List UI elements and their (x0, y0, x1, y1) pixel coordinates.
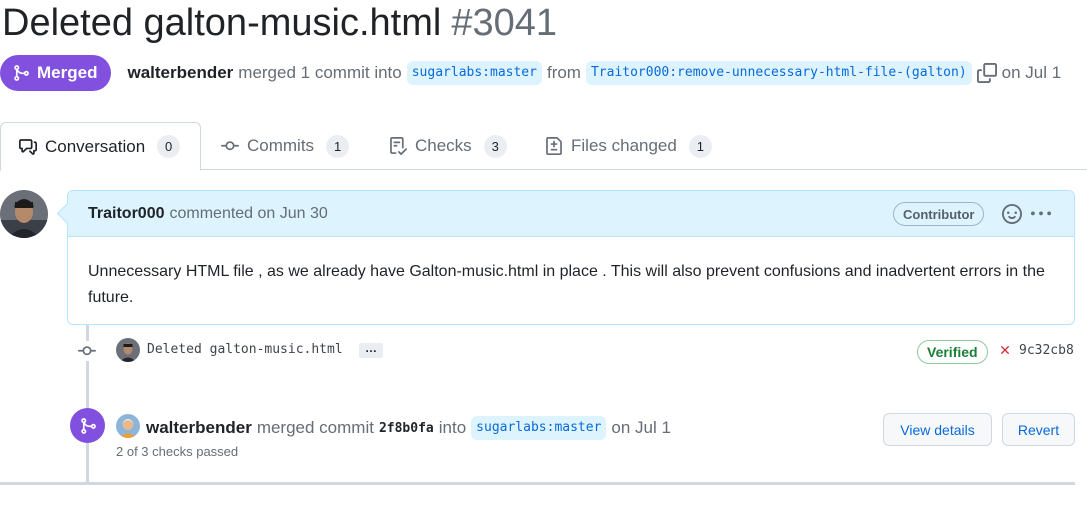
base-branch-link[interactable]: sugarlabs:master (406, 61, 542, 85)
tab-checks-label: Checks (415, 136, 472, 155)
contributor-badge: Contributor (893, 202, 985, 226)
merged-commit-text: merged 1 commit into (238, 63, 402, 82)
merge-text-2: into (438, 418, 467, 437)
tab-commits[interactable]: Commits 1 (221, 122, 350, 170)
view-details-button[interactable]: View details (883, 413, 992, 446)
merge-branch-link[interactable]: sugarlabs:master (471, 416, 607, 440)
commit-sha-link[interactable]: 9c32cb8 (1019, 343, 1074, 358)
file-diff-icon (546, 137, 562, 155)
git-commit-icon (76, 341, 98, 361)
merger-avatar[interactable] (116, 414, 140, 438)
merge-date: on Jul 1 (1001, 63, 1062, 82)
tab-checks[interactable]: Checks 3 (389, 122, 507, 170)
commit-expand-button[interactable]: … (359, 342, 383, 358)
merge-event-row: walterbender merged commit 2f8b0fa into … (0, 408, 1087, 468)
commit-author-avatar[interactable] (116, 338, 140, 362)
git-commit-icon (221, 141, 239, 151)
tab-files-changed-count: 1 (688, 134, 712, 158)
pr-tabs: Conversation 0 Commits 1 Checks 3 Files … (0, 122, 1087, 171)
commit-row: Deleted galton-music.html … Verified 9c3… (0, 335, 1087, 367)
head-branch-link[interactable]: Traitor000:remove-unnecessary-html-file-… (585, 61, 972, 85)
smiley-icon[interactable] (1002, 204, 1022, 224)
tab-commits-count: 1 (326, 134, 350, 158)
merged-status-badge: Merged (0, 55, 112, 91)
pr-title: Deleted galton-music.html #3041 (2, 0, 557, 46)
revert-button[interactable]: Revert (1002, 413, 1075, 446)
commit-message-link[interactable]: Deleted galton-music.html (147, 342, 343, 357)
comment-box: Traitor000 commented on Jun 30 Contribut… (67, 190, 1075, 325)
tab-conversation-count: 0 (157, 135, 181, 158)
tab-conversation-label: Conversation (45, 136, 146, 156)
merger-link[interactable]: walterbender (127, 63, 233, 83)
timeline-divider (0, 482, 1075, 485)
comment-body: Unnecessary HTML file , as we already ha… (88, 263, 1045, 306)
kebab-horizontal-icon[interactable] (1030, 204, 1052, 224)
verified-badge[interactable]: Verified (917, 340, 988, 364)
comment-header: Traitor000 commented on Jun 30 Contribut… (68, 191, 1074, 237)
tab-files-changed-label: Files changed (571, 136, 677, 155)
git-merge-icon (14, 65, 29, 81)
merge-sha-link[interactable]: 2f8b0fa (379, 421, 434, 436)
tab-commits-label: Commits (247, 136, 315, 155)
copy-icon[interactable] (976, 63, 997, 83)
pr-title-text: Deleted galton-music.html (2, 2, 442, 44)
pr-meta: Merged walterbender merged 1 commit into… (0, 54, 1061, 92)
git-merge-icon (70, 408, 105, 443)
from-text: from (546, 63, 581, 82)
merge-text-1: merged commit (256, 418, 374, 437)
merge-event-text: walterbender merged commit 2f8b0fa into … (146, 416, 671, 440)
comment-author-avatar[interactable] (0, 190, 48, 238)
merged-status-label: Merged (37, 63, 98, 82)
comment-discussion-icon (19, 138, 37, 155)
comment-timestamp[interactable]: commented on Jun 30 (169, 205, 327, 223)
tab-conversation[interactable]: Conversation 0 (0, 122, 201, 171)
merge-date[interactable]: on Jul 1 (611, 418, 671, 438)
tab-checks-count: 3 (483, 134, 507, 158)
tab-files-changed[interactable]: Files changed 1 (545, 122, 712, 170)
merge-author-link[interactable]: walterbender (146, 418, 252, 438)
comment-author-link[interactable]: Traitor000 (88, 205, 164, 223)
x-fail-icon[interactable] (998, 343, 1012, 357)
checklist-icon (390, 137, 407, 155)
checks-passed-text: 2 of 3 checks passed (116, 444, 239, 459)
pr-number: #3041 (451, 2, 557, 44)
